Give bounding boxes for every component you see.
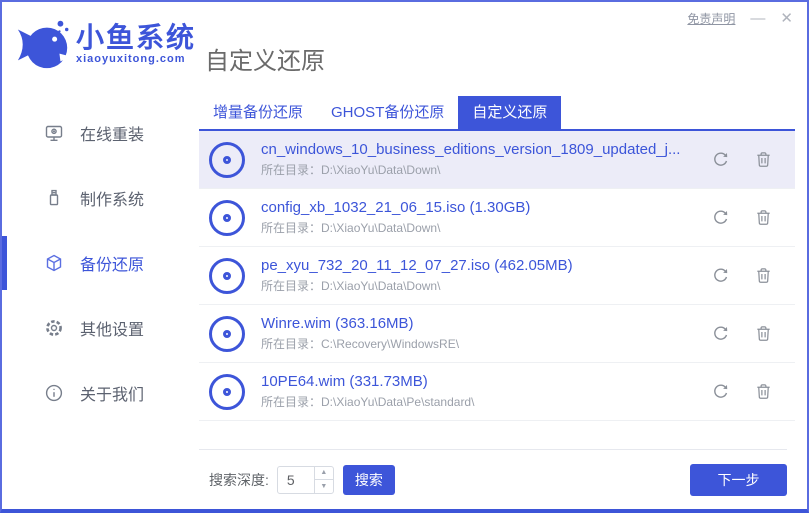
logo-text: 小鱼系统 xiaoyuxitong.com	[76, 22, 197, 66]
disc-icon	[209, 257, 245, 294]
search-depth-stepper[interactable]: 5 ▲ ▼	[276, 465, 334, 494]
header: 小鱼系统 xiaoyuxitong.com 自定义还原 免责声明 — ✕	[2, 2, 807, 90]
file-row[interactable]: Winre.wim (363.16MB) 所在目录：C:\Recovery\Wi…	[199, 305, 795, 363]
stepper-down-icon[interactable]: ▼	[314, 479, 333, 493]
titlebar-controls: 免责声明 — ✕	[687, 10, 793, 27]
refresh-icon[interactable]	[711, 324, 730, 343]
disc-icon	[209, 199, 245, 236]
file-name: Winre.wim (363.16MB)	[261, 315, 414, 332]
active-indicator-bar	[2, 236, 7, 290]
search-depth-value[interactable]: 5	[278, 467, 314, 493]
file-row[interactable]: config_xb_1032_21_06_15.iso (1.30GB) 所在目…	[199, 189, 795, 247]
next-step-button[interactable]: 下一步	[690, 463, 787, 496]
trash-icon[interactable]	[754, 150, 773, 169]
backup-box-icon	[44, 253, 64, 273]
footer-bar: 搜索深度: 5 ▲ ▼ 搜索 下一步	[199, 449, 787, 509]
file-path: 所在目录：D:\XiaoYu\Data\Down\	[261, 221, 441, 235]
sidebar-item-label: 制作系统	[80, 192, 145, 209]
monitor-icon	[44, 123, 64, 143]
disc-icon	[209, 315, 245, 352]
file-path: 所在目录：C:\Recovery\WindowsRE\	[261, 337, 460, 351]
trash-icon[interactable]	[754, 382, 773, 401]
file-row[interactable]: pe_xyu_732_20_11_12_07_27.iso (462.05MB)…	[199, 247, 795, 305]
refresh-icon[interactable]	[711, 266, 730, 285]
file-path: 所在目录：D:\XiaoYu\Data\Pe\standard\	[261, 395, 475, 409]
sidebar-item-backup-restore[interactable]: 备份还原	[2, 236, 187, 290]
file-path: 所在目录：D:\XiaoYu\Data\Down\	[261, 279, 441, 293]
refresh-icon[interactable]	[711, 382, 730, 401]
sidebar-item-label: 关于我们	[80, 387, 145, 404]
stepper-up-icon[interactable]: ▲	[315, 467, 333, 480]
sidebar-item-other-settings[interactable]: 其他设置	[2, 301, 187, 355]
gear-icon	[44, 318, 64, 338]
trash-icon[interactable]	[754, 266, 773, 285]
disc-icon	[209, 141, 245, 178]
file-row[interactable]: 10PE64.wim (331.73MB) 所在目录：D:\XiaoYu\Dat…	[199, 363, 795, 421]
file-list: cn_windows_10_business_editions_version_…	[199, 131, 795, 421]
trash-icon[interactable]	[754, 324, 773, 343]
file-name: 10PE64.wim (331.73MB)	[261, 373, 428, 390]
sidebar-item-make-system[interactable]: 制作系统	[2, 171, 187, 225]
sidebar: 在线重装 制作系统 备份还原 其他设置 关于我们	[2, 90, 187, 509]
refresh-icon[interactable]	[711, 208, 730, 227]
trash-icon[interactable]	[754, 208, 773, 227]
logo-subtitle: xiaoyuxitong.com	[76, 53, 186, 65]
tab-bar: 增量备份还原 GHOST备份还原 自定义还原	[199, 96, 795, 131]
page-title: 自定义还原	[205, 48, 325, 75]
file-name: cn_windows_10_business_editions_version_…	[261, 141, 681, 158]
tab-custom-restore[interactable]: 自定义还原	[458, 96, 562, 129]
logo-title: 小鱼系统	[76, 22, 197, 53]
file-path: 所在目录：D:\XiaoYu\Data\Down\	[261, 163, 441, 177]
tab-incremental-backup-restore[interactable]: 增量备份还原	[199, 96, 317, 129]
sidebar-item-label: 备份还原	[80, 257, 145, 274]
tab-ghost-backup-restore[interactable]: GHOST备份还原	[317, 96, 458, 129]
fish-logo-icon	[15, 16, 73, 77]
app-window: 小鱼系统 xiaoyuxitong.com 自定义还原 免责声明 — ✕ 在线重…	[0, 0, 809, 513]
sidebar-item-label: 在线重装	[80, 127, 145, 144]
file-name: pe_xyu_732_20_11_12_07_27.iso (462.05MB)	[261, 257, 573, 274]
file-name: config_xb_1032_21_06_15.iso (1.30GB)	[261, 199, 531, 216]
sidebar-item-online-reinstall[interactable]: 在线重装	[2, 106, 187, 160]
refresh-icon[interactable]	[711, 150, 730, 169]
disclaimer-link[interactable]: 免责声明	[687, 10, 735, 27]
close-button[interactable]: ✕	[780, 10, 793, 27]
main-content: 增量备份还原 GHOST备份还原 自定义还原 cn_windows_10_bus…	[187, 90, 807, 509]
search-depth-label: 搜索深度:	[209, 471, 269, 488]
sidebar-item-about-us[interactable]: 关于我们	[2, 366, 187, 420]
usb-icon	[44, 188, 64, 208]
minimize-button[interactable]: —	[750, 10, 765, 27]
file-row[interactable]: cn_windows_10_business_editions_version_…	[199, 131, 795, 189]
disc-icon	[209, 373, 245, 410]
sidebar-item-label: 其他设置	[80, 322, 145, 339]
info-icon	[44, 383, 64, 403]
search-button[interactable]: 搜索	[342, 464, 395, 495]
